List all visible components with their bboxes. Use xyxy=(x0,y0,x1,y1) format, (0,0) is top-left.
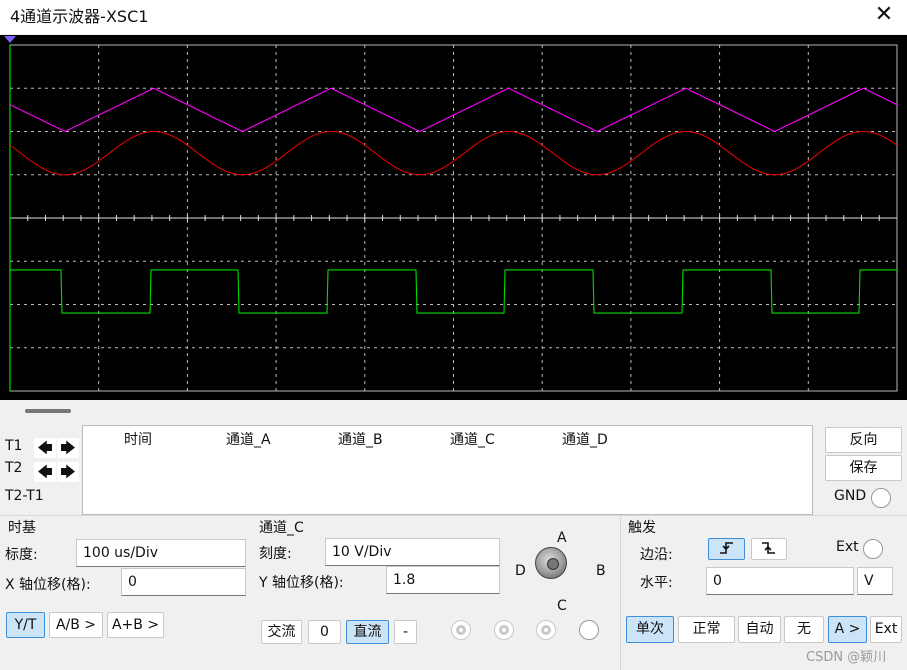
col-channel-b: 通道_B xyxy=(338,432,383,448)
col-channel-c: 通道_C xyxy=(450,432,495,448)
x-position-label: X 轴位移(格): xyxy=(5,577,91,593)
t1-left-arrow-icon[interactable]: 🡄 xyxy=(34,438,56,458)
trigger-ext-label: Ext xyxy=(836,539,859,555)
a-plus-b-mode-button[interactable]: A+B > xyxy=(107,612,164,638)
trigger-title: 触发 xyxy=(628,520,656,536)
knob-label-b: B xyxy=(596,563,606,579)
y-position-field[interactable]: 1.8 xyxy=(386,566,500,594)
close-icon[interactable]: ✕ xyxy=(872,2,896,27)
trigger-level-field[interactable]: 0 xyxy=(706,567,854,595)
gnd-label: GND xyxy=(834,488,867,504)
yt-mode-button[interactable]: Y/T xyxy=(6,612,45,638)
trigger-edge-label: 边沿: xyxy=(640,547,673,563)
t2-left-arrow-icon[interactable]: 🡄 xyxy=(34,462,56,482)
trigger-ext-radio[interactable] xyxy=(863,539,883,559)
knob-label-a: A xyxy=(557,530,567,546)
cursor-diff-label: T2-T1 xyxy=(5,488,44,504)
invert-button[interactable]: - xyxy=(394,620,417,644)
scope-grid xyxy=(9,44,898,392)
trigger-level-label: 水平: xyxy=(640,575,673,591)
channel-radio-3[interactable] xyxy=(536,620,556,640)
save-button[interactable]: 保存 xyxy=(825,455,902,481)
timebase-title: 时基 xyxy=(8,520,36,536)
col-channel-d: 通道_D xyxy=(562,432,608,448)
none-trigger-button[interactable]: 无 xyxy=(784,616,824,643)
ab-mode-button[interactable]: A/B > xyxy=(49,612,103,638)
trigger-source-button[interactable]: A > xyxy=(828,616,867,643)
t2-right-arrow-icon[interactable]: 🡆 xyxy=(57,462,79,482)
auto-trigger-button[interactable]: 自动 xyxy=(738,616,781,643)
timebase-scale-label: 标度: xyxy=(5,547,38,563)
channel-radio-2[interactable] xyxy=(494,620,514,640)
knob-label-c: C xyxy=(557,598,567,614)
x-position-field[interactable]: 0 xyxy=(121,568,246,596)
dc-coupling-button[interactable]: 直流 xyxy=(346,620,389,644)
knob-label-d: D xyxy=(515,563,526,579)
panel-splitter[interactable] xyxy=(25,409,71,413)
trigger-level-unit[interactable]: V xyxy=(857,567,893,595)
falling-edge-icon xyxy=(762,542,775,554)
channel-radio-4[interactable] xyxy=(579,620,599,640)
rising-edge-button[interactable] xyxy=(708,538,745,560)
channel-scale-label: 刻度: xyxy=(259,546,292,562)
trigger-ext-button[interactable]: Ext xyxy=(870,616,902,643)
falling-edge-button[interactable] xyxy=(751,538,787,560)
normal-trigger-button[interactable]: 正常 xyxy=(678,616,735,643)
col-channel-a: 通道_A xyxy=(226,432,271,448)
ac-coupling-button[interactable]: 交流 xyxy=(261,620,302,644)
t1-right-arrow-icon[interactable]: 🡆 xyxy=(57,438,79,458)
controls-divider xyxy=(0,515,907,516)
cursor-readout-table: 时间 通道_A 通道_B 通道_C 通道_D xyxy=(82,425,813,515)
single-trigger-button[interactable]: 单次 xyxy=(626,616,674,643)
channel-title: 通道_C xyxy=(259,520,304,536)
timebase-scale-field[interactable]: 100 us/Div xyxy=(76,539,246,567)
reverse-button[interactable]: 反向 xyxy=(825,427,902,453)
title-bar: 4通道示波器-XSC1 ✕ xyxy=(0,0,907,34)
watermark: CSDN @颖川 xyxy=(806,650,887,665)
cursor-t2-label: T2 xyxy=(5,460,23,476)
channel-selector-knob[interactable] xyxy=(535,547,567,579)
zero-coupling-button[interactable]: 0 xyxy=(308,620,341,644)
rising-edge-icon xyxy=(719,542,733,554)
col-time: 时间 xyxy=(124,432,152,448)
cursor-t1-label: T1 xyxy=(5,438,23,454)
channel-scale-field[interactable]: 10 V/Div xyxy=(325,538,500,566)
scope-display xyxy=(4,36,898,392)
window-title: 4通道示波器-XSC1 xyxy=(10,7,149,26)
channel-radio-1[interactable] xyxy=(451,620,471,640)
y-position-label: Y 轴位移(格): xyxy=(259,575,344,591)
gnd-radio[interactable] xyxy=(871,488,891,508)
oscilloscope-screen xyxy=(0,35,907,400)
trigger-marker-icon xyxy=(4,36,16,43)
trigger-divider xyxy=(620,515,621,670)
